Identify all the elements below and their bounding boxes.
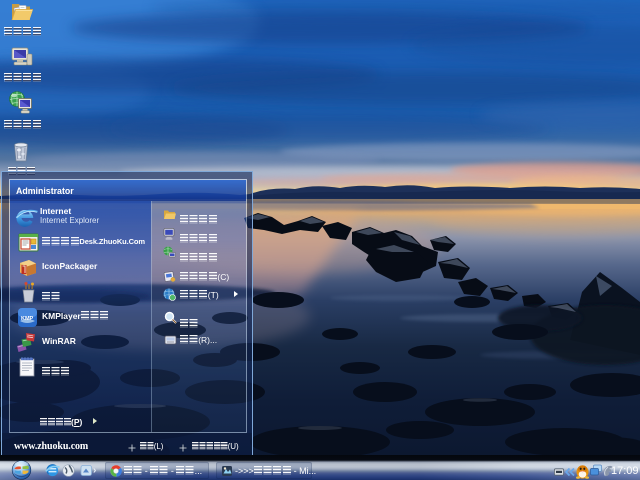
svg-text:KMP: KMP [21,316,34,322]
